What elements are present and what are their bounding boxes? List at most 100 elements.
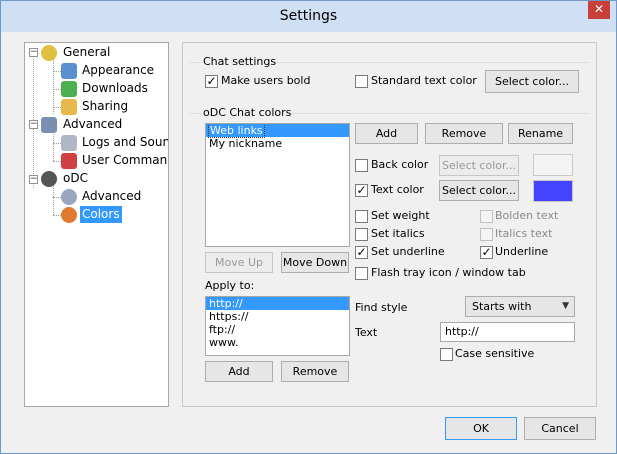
case-sensitive-checkbox[interactable] <box>440 348 453 361</box>
make-users-bold-label: Make users bold <box>221 74 311 87</box>
list-item[interactable]: Web links <box>206 124 349 138</box>
underline-checkbox[interactable]: ✓ <box>480 246 493 259</box>
tree-line <box>53 215 61 216</box>
set-underline-label: Set underline <box>371 245 445 258</box>
apply-to-list[interactable]: http:// https:// ftp:// www. <box>205 296 350 356</box>
set-italics-label: Set italics <box>371 227 425 240</box>
standard-text-color-label: Standard text color <box>371 74 477 87</box>
find-style-value: Starts with <box>472 300 532 313</box>
back-color-checkbox[interactable] <box>355 159 368 172</box>
list-item-label: https:// <box>209 310 249 323</box>
tree-item-label: Logs and Sound <box>82 135 169 149</box>
move-down-button[interactable]: Move Down <box>281 252 349 273</box>
tree-item-appearance[interactable]: Appearance <box>80 62 156 79</box>
appearance-icon <box>61 63 77 79</box>
tree-line <box>53 186 54 215</box>
tree-line <box>53 197 61 198</box>
tree-item-label: Advanced <box>63 117 123 131</box>
tree-line <box>53 161 61 162</box>
underline-label: Underline <box>495 245 549 258</box>
rename-item-button[interactable]: Rename <box>508 123 573 144</box>
match-text-input[interactable]: http:// <box>440 322 575 342</box>
colors-panel: Chat settings ✓ Make users bold Standard… <box>182 42 597 407</box>
tree-item-odc-advanced[interactable]: Advanced <box>80 188 143 205</box>
apply-remove-button[interactable]: Remove <box>281 361 349 382</box>
collapse-icon[interactable]: − <box>29 120 38 129</box>
remove-item-button[interactable]: Remove <box>425 123 503 144</box>
settings-window: Settings ✕ − General Appearance Download… <box>0 0 617 454</box>
bolden-text-checkbox[interactable] <box>480 210 493 223</box>
chat-settings-title: Chat settings <box>202 55 278 68</box>
tree-line <box>53 59 54 114</box>
text-color-checkbox[interactable]: ✓ <box>355 184 368 197</box>
find-style-select[interactable]: Starts with ▼ <box>465 296 575 317</box>
settings-icon <box>61 189 77 205</box>
italics-text-checkbox[interactable] <box>480 228 493 241</box>
flash-tray-checkbox[interactable] <box>355 267 368 280</box>
collapse-icon[interactable]: − <box>29 48 38 57</box>
ok-button[interactable]: OK <box>445 417 517 440</box>
collapse-icon[interactable]: − <box>29 175 38 184</box>
cancel-button[interactable]: Cancel <box>524 417 596 440</box>
tree-item-label: Appearance <box>82 63 155 77</box>
chevron-down-icon: ▼ <box>562 301 569 311</box>
move-up-button[interactable]: Move Up <box>205 252 273 273</box>
tree-item-label: oDC <box>63 171 88 185</box>
tree-item-label: General <box>63 45 111 59</box>
tree-item-advanced[interactable]: Advanced <box>61 116 124 133</box>
chat-select-color-button[interactable]: Select color... <box>485 70 579 93</box>
back-color-label: Back color <box>371 158 429 171</box>
bolden-text-label: Bolden text <box>495 209 559 222</box>
window-title: Settings <box>279 8 338 24</box>
tree-line <box>53 131 54 161</box>
standard-text-color-checkbox[interactable] <box>355 75 368 88</box>
close-icon[interactable]: ✕ <box>588 1 610 19</box>
add-item-button[interactable]: Add <box>355 123 418 144</box>
tree-item-odc[interactable]: oDC <box>61 170 90 187</box>
tree-item-label: Sharing <box>82 99 129 113</box>
tree-item-sharing[interactable]: Sharing <box>80 98 130 115</box>
tree-item-label: User Command <box>82 153 169 167</box>
wrench-icon <box>61 153 77 169</box>
eye-icon <box>41 171 57 187</box>
color-items-list[interactable]: Web links My nickname <box>205 123 350 247</box>
list-item[interactable]: https:// <box>206 310 349 323</box>
apply-to-label: Apply to: <box>205 279 255 292</box>
set-italics-checkbox[interactable] <box>355 228 368 241</box>
tree-item-label: Downloads <box>82 81 148 95</box>
palette-icon <box>61 207 77 223</box>
list-item[interactable]: www. <box>206 336 349 349</box>
back-color-swatch <box>533 154 573 176</box>
tree-item-downloads[interactable]: Downloads <box>80 80 150 97</box>
tree-item-logs-sound[interactable]: Logs and Sound <box>80 134 169 151</box>
document-icon <box>61 135 77 151</box>
folder-icon <box>61 99 77 115</box>
text-color-label: Text color <box>371 183 424 196</box>
set-weight-checkbox[interactable] <box>355 210 368 223</box>
gear-icon <box>41 45 57 61</box>
tree-item-general[interactable]: General <box>61 44 112 61</box>
tree-line <box>53 89 61 90</box>
text-select-color-button[interactable]: Select color... <box>439 180 519 201</box>
text-field-label: Text <box>355 326 378 339</box>
make-users-bold-checkbox[interactable]: ✓ <box>205 75 218 88</box>
back-select-color-button[interactable]: Select color... <box>439 155 519 176</box>
tree-line <box>53 107 61 108</box>
list-item[interactable]: ftp:// <box>206 323 349 336</box>
list-item[interactable]: http:// <box>206 297 349 310</box>
find-style-label: Find style <box>355 301 408 314</box>
tree-item-label: Advanced <box>82 189 142 203</box>
tree-item-label: Colors <box>80 206 122 223</box>
list-item-label: ftp:// <box>209 323 236 336</box>
tree-item-user-command[interactable]: User Command <box>80 152 169 169</box>
list-item-label: Web links <box>208 124 265 138</box>
odc-colors-title: oDC Chat colors <box>202 106 293 119</box>
set-underline-checkbox[interactable]: ✓ <box>355 246 368 259</box>
tree-item-colors[interactable]: Colors <box>80 206 122 223</box>
list-item[interactable]: My nickname <box>206 137 349 150</box>
apply-add-button[interactable]: Add <box>205 361 273 382</box>
download-icon <box>61 81 77 97</box>
set-weight-label: Set weight <box>371 209 430 222</box>
flash-tray-label: Flash tray icon / window tab <box>371 266 526 279</box>
settings-tree: − General Appearance Downloads Sharing −… <box>24 42 169 407</box>
